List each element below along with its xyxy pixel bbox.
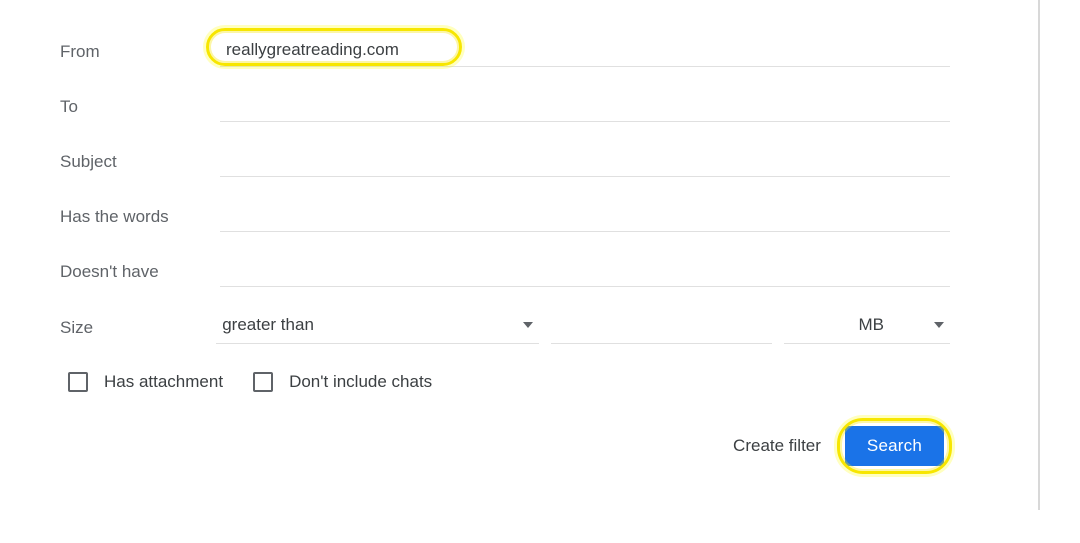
doesnt-have-input[interactable] (220, 256, 950, 287)
from-input-wrap (220, 36, 950, 67)
actions-row: Create filter Search (60, 426, 950, 466)
size-operator-value: greater than (222, 315, 314, 335)
row-doesnt-have: Doesn't have (60, 256, 950, 287)
create-filter-link[interactable]: Create filter (733, 436, 821, 456)
row-subject: Subject (60, 146, 950, 177)
chevron-down-icon (523, 322, 533, 328)
search-button[interactable]: Search (845, 426, 944, 466)
label-doesnt-have: Doesn't have (60, 262, 220, 282)
row-has-words: Has the words (60, 201, 950, 232)
search-button-wrap: Search (845, 426, 944, 466)
size-unit-value: MB (859, 315, 885, 335)
no-chats-label: Don't include chats (289, 372, 432, 392)
size-operator-select[interactable]: greater than (216, 311, 539, 344)
row-to: To (60, 91, 950, 122)
chevron-down-icon (934, 322, 944, 328)
no-chats-checkbox-item[interactable]: Don't include chats (253, 372, 432, 392)
to-input[interactable] (220, 91, 950, 122)
label-subject: Subject (60, 152, 220, 172)
checkbox-icon (68, 372, 88, 392)
label-to: To (60, 97, 220, 117)
row-from: From (60, 36, 950, 67)
right-divider (1038, 0, 1040, 510)
has-words-input[interactable] (220, 201, 950, 232)
subject-input[interactable] (220, 146, 950, 177)
checkbox-icon (253, 372, 273, 392)
size-unit-select[interactable]: MB (784, 311, 950, 344)
size-amount-input[interactable] (551, 312, 772, 344)
row-size: Size greater than MB (60, 311, 950, 344)
checkbox-row: Has attachment Don't include chats (60, 372, 950, 392)
has-attachment-label: Has attachment (104, 372, 223, 392)
has-attachment-checkbox-item[interactable]: Has attachment (68, 372, 223, 392)
label-size: Size (60, 318, 216, 338)
from-input[interactable] (220, 36, 950, 67)
label-from: From (60, 42, 220, 62)
search-filter-form: From To Subject Has the words Doesn't ha… (0, 0, 1000, 466)
label-has-words: Has the words (60, 207, 220, 227)
